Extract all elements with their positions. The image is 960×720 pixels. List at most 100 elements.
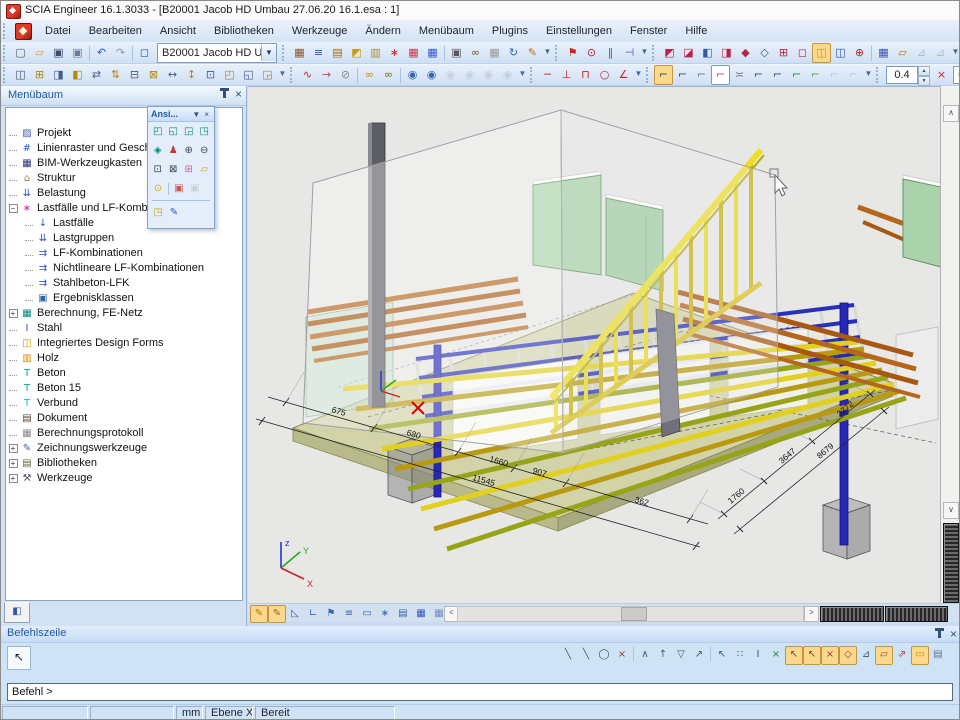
snap-tangent-button[interactable]: ⊿ — [857, 646, 875, 665]
zoom-selection-button[interactable]: ⊞ — [181, 161, 197, 178]
member-haunch-button[interactable]: ⌐ — [768, 65, 787, 85]
view-perspective-button[interactable]: ◈ — [150, 142, 166, 159]
view-front-button[interactable]: ◱ — [166, 123, 182, 140]
fe-mesh-button[interactable]: ∗ — [385, 43, 404, 63]
snap-line-point-button[interactable]: ╲ — [577, 646, 595, 665]
save-all-button[interactable]: ▣ — [68, 43, 87, 63]
snap-line-button[interactable]: ╲ — [559, 646, 577, 665]
crosshair-button[interactable]: ⊕ — [850, 43, 869, 63]
toolbar-overflow-button[interactable]: ▼ — [542, 44, 553, 62]
member-rib-button[interactable]: ⌐ — [749, 65, 768, 85]
tree-item-lf-kombinationen[interactable]: ⇉LF-Kombinationen — [6, 246, 242, 261]
open-project-button[interactable]: ▱ — [30, 43, 49, 63]
tree-item-verbund[interactable]: TVerbund — [6, 396, 242, 411]
document-refresh-button[interactable]: ↻ — [504, 43, 523, 63]
zoom-window-button[interactable]: ⊡ — [150, 161, 166, 178]
swap-direction-button[interactable]: × — [932, 65, 951, 85]
selection-table-button[interactable]: ▦ — [874, 43, 893, 63]
menu-item-plugins[interactable]: Plugins — [483, 23, 537, 39]
combination-table-button[interactable]: ▦ — [404, 43, 423, 63]
stretch-members-button[interactable]: ⇅ — [106, 65, 125, 85]
tree-item-stahl[interactable]: IStahl — [6, 321, 242, 336]
enlarge-button[interactable]: ⊡ — [201, 65, 220, 85]
disconnect-members-button[interactable]: ◉ — [422, 65, 441, 85]
polyline-edit-button[interactable]: ∿ — [298, 65, 317, 85]
snap-incline-button[interactable]: ↗ — [690, 646, 708, 665]
toolbar-overflow-button[interactable]: ▼ — [517, 66, 528, 84]
expand-icon[interactable]: + — [9, 459, 18, 468]
vertical-scrollbar-thumb[interactable] — [943, 523, 959, 603]
s1-down-icon[interactable]: ▼ — [918, 76, 930, 86]
toolbar-grip[interactable] — [530, 67, 536, 83]
member-plate-button[interactable]: ≍ — [730, 65, 749, 85]
calculator-button[interactable]: ▦ — [290, 43, 309, 63]
dimension-style-1-button[interactable]: ‖ — [601, 43, 620, 63]
link-rigid-button[interactable]: ∞ — [360, 65, 379, 85]
member-beam-button[interactable]: ⌐ — [673, 65, 692, 85]
snap-midpoints-button[interactable]: ↖ — [803, 646, 821, 665]
joint-3-button[interactable]: ◉ — [479, 65, 498, 85]
draw-perpendicular-button[interactable]: ⊥ — [557, 65, 576, 85]
snap-endpoints-button[interactable]: ↖ — [785, 646, 803, 665]
snap-surface-button[interactable]: ▱ — [875, 646, 893, 665]
tree-item-nichtlineare-lf-kombinationen[interactable]: ⇉Nichtlineare LF-Kombinationen — [6, 261, 242, 276]
s1-up-icon[interactable]: ▲ — [918, 66, 930, 76]
redo-button[interactable]: ↷ — [111, 43, 130, 63]
dimension-style-2-button[interactable]: ⊣ — [620, 43, 639, 63]
snap-vertical-button[interactable]: ↑ — [654, 646, 672, 665]
selection-folder-button[interactable]: ▱ — [893, 43, 912, 63]
menu-item-fenster[interactable]: Fenster — [621, 23, 676, 39]
table-results-button[interactable]: ▦ — [412, 605, 430, 623]
axo-dimension-button[interactable]: ◺ — [286, 605, 304, 623]
joint-2-button[interactable]: ◉ — [460, 65, 479, 85]
light-button[interactable]: ⊙ — [150, 180, 166, 197]
scroll-up-icon[interactable]: ∧ — [943, 105, 959, 122]
member-gray-1-button[interactable]: ⌐ — [825, 65, 844, 85]
snap-delete-button[interactable]: × — [613, 646, 631, 665]
s1-stepper[interactable]: 0.4▲▼ — [886, 66, 930, 84]
menu-item-datei[interactable]: Datei — [36, 23, 80, 39]
project-dropdown[interactable]: B20001 Jacob HD U ▼ — [157, 43, 277, 63]
document-edit-button[interactable]: ✎ — [523, 43, 542, 63]
menu-item-bibliotheken[interactable]: Bibliotheken — [205, 23, 283, 39]
close-icon[interactable]: × — [202, 110, 211, 119]
collapse-icon[interactable]: − — [9, 204, 18, 213]
tree-item-bibliotheken[interactable]: +▤Bibliotheken — [6, 456, 242, 471]
tree-item-integriertes-design-forms[interactable]: ◫Integriertes Design Forms — [6, 336, 242, 351]
pointer-tool-button[interactable]: ↖ — [7, 646, 31, 670]
menu-item-einstellungen[interactable]: Einstellungen — [537, 23, 621, 39]
select-invert-button[interactable]: ◧ — [698, 43, 717, 63]
snap-dimension-button[interactable]: ▭ — [911, 646, 929, 665]
select-rectangle-button[interactable]: ◻ — [793, 43, 812, 63]
status-working-plane[interactable]: Ebene XY — [205, 706, 253, 720]
view-top-button[interactable]: ◰ — [150, 123, 166, 140]
toolbar-grip[interactable] — [3, 45, 9, 61]
snap-more-button[interactable]: ▤ — [929, 646, 947, 665]
run-check-button[interactable]: → — [317, 65, 336, 85]
toolbar-grip[interactable] — [876, 67, 882, 83]
filter-2-button[interactable]: ⊿ — [931, 43, 950, 63]
toolbar-grip[interactable] — [282, 45, 288, 61]
new-window-button[interactable]: ◻ — [135, 43, 154, 63]
view-saved-button[interactable]: ▱ — [197, 161, 213, 178]
select-none-button[interactable]: ◆ — [736, 43, 755, 63]
view-axonometric-button[interactable]: ◳ — [197, 123, 213, 140]
bookmark-button[interactable]: ⚑ — [563, 43, 582, 63]
toolbar-grip[interactable] — [290, 67, 296, 83]
viewport-vertical-scrollbar[interactable]: ∧ ∨ — [940, 86, 959, 603]
snap-angle-button[interactable]: ∧ — [636, 646, 654, 665]
select-polygon-button[interactable]: ⊞ — [774, 43, 793, 63]
clipping-off-button[interactable]: ▣ — [187, 180, 203, 197]
snap-intersections-button[interactable]: × — [821, 646, 839, 665]
menubar-grip[interactable] — [3, 23, 9, 39]
layers-button[interactable]: ≡ — [309, 43, 328, 63]
viewport-horizontal-scrollbar[interactable] — [457, 606, 804, 622]
member-timber-2-button[interactable]: ⌐ — [806, 65, 825, 85]
tree-item-beton-15[interactable]: TBeton 15 — [6, 381, 242, 396]
paperspace-button[interactable]: ▥ — [366, 43, 385, 63]
copy-node-button[interactable]: ⊞ — [30, 65, 49, 85]
member-column-button[interactable]: ⌐ — [692, 65, 711, 85]
s2-stepper[interactable]: 0.25▲▼ — [953, 66, 960, 84]
toolbar-overflow-button[interactable]: ▼ — [639, 44, 650, 62]
close-icon[interactable]: × — [950, 628, 957, 640]
